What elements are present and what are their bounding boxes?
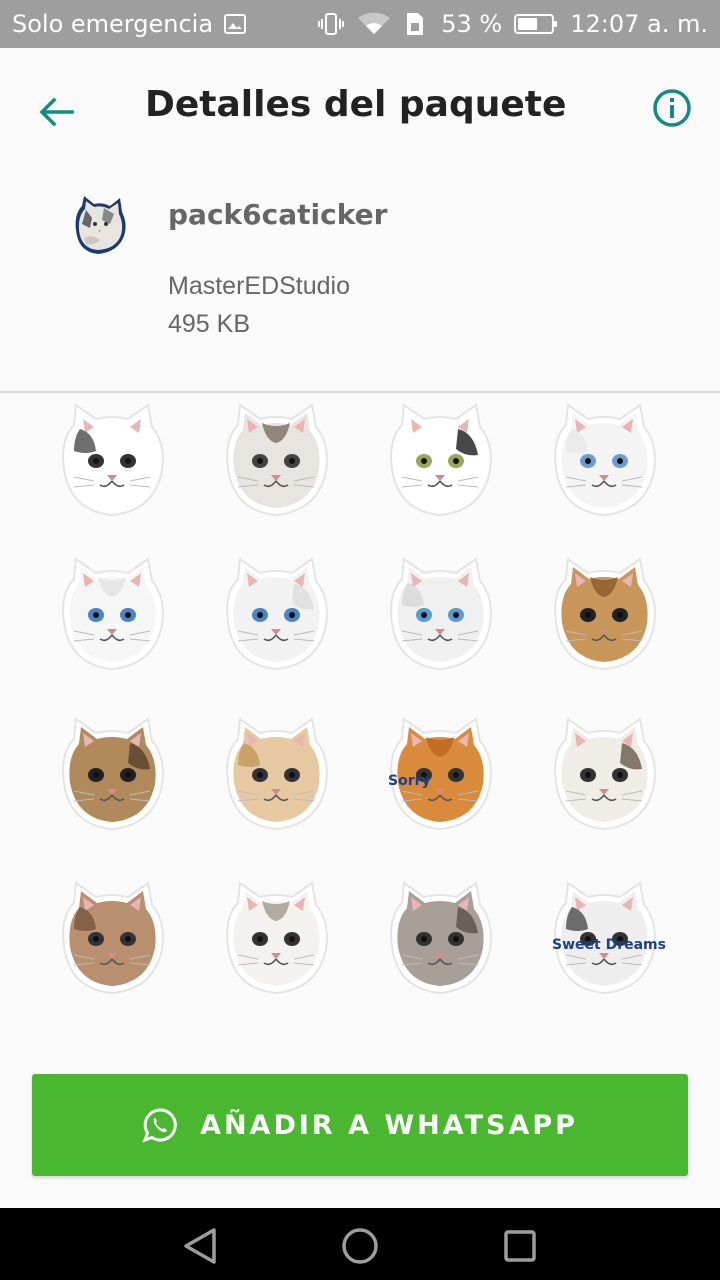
pack-publisher: MasterEDStudio	[168, 272, 351, 300]
cat-sticker-icon	[390, 557, 492, 671]
cat-sticker-icon	[554, 403, 656, 517]
sticker-cat-orange-yawn[interactable]	[214, 713, 338, 837]
vibrate-icon	[317, 12, 345, 36]
cat-sticker-icon	[554, 717, 656, 831]
cat-sticker-icon	[226, 717, 328, 831]
pack-name: pack6caticker	[168, 198, 388, 231]
cat-sticker-icon	[226, 557, 328, 671]
battery-percent: 53 %	[441, 10, 503, 38]
sticker-cat-ginger-kitten-sorry[interactable]: Sorry	[378, 713, 502, 837]
back-triangle-icon	[184, 1228, 216, 1264]
cat-sticker-icon	[390, 881, 492, 995]
info-button[interactable]	[648, 84, 696, 132]
sticker-cat-white-blue-eyes[interactable]	[50, 553, 174, 677]
cat-sticker-icon	[390, 403, 492, 517]
nav-home-button[interactable]	[338, 1224, 382, 1268]
sticker-cat-tabby-lying[interactable]	[214, 399, 338, 523]
cat-sticker-icon: Sorry	[388, 717, 492, 831]
sticker-cat-black-white-face[interactable]	[378, 399, 502, 523]
cat-sticker-icon	[62, 403, 164, 517]
sticker-cat-tabby-squint[interactable]	[542, 553, 666, 677]
cat-sticker-icon	[554, 557, 656, 671]
sim-icon	[403, 11, 429, 37]
wifi-icon	[357, 12, 391, 36]
sticker-cat-tabby-sleepy[interactable]	[50, 713, 174, 837]
pack-tray-icon	[70, 194, 130, 256]
sticker-caption: Sorry	[388, 773, 431, 789]
sticker-caption: Sweet Dreams	[552, 937, 666, 953]
system-nav-bar	[0, 1208, 720, 1280]
recents-square-icon	[504, 1230, 536, 1262]
sticker-cat-white-smiling[interactable]	[214, 877, 338, 1001]
sticker-cat-white-surprised[interactable]	[542, 399, 666, 523]
app-bar: Detalles del paquete	[0, 48, 720, 164]
arrow-back-icon	[39, 97, 74, 127]
back-button[interactable]	[30, 86, 82, 138]
battery-icon	[514, 12, 558, 36]
add-to-whatsapp-label: AÑADIR A WHATSAPP	[200, 1109, 578, 1141]
carrier-text: Solo emergencia	[12, 10, 214, 38]
status-bar: Solo emergencia 53 % 12:07 a. m.	[0, 0, 720, 48]
sticker-cat-white-grumpy[interactable]	[378, 553, 502, 677]
nav-back-button[interactable]	[178, 1224, 222, 1268]
info-icon	[653, 89, 691, 127]
add-to-whatsapp-button[interactable]: AÑADIR A WHATSAPP	[32, 1074, 688, 1176]
sticker-cat-dancing[interactable]	[378, 877, 502, 1001]
pack-header: pack6caticker MasterEDStudio 495 KB	[0, 164, 720, 392]
cat-sticker-icon	[62, 717, 164, 831]
page-title: Detalles del paquete	[145, 84, 567, 125]
sticker-grid: Sorry Sweet Dreams	[0, 393, 720, 1053]
whatsapp-icon	[142, 1107, 178, 1143]
nav-recents-button[interactable]	[498, 1224, 542, 1268]
cat-sticker-icon	[226, 881, 328, 995]
cat-sticker-icon	[226, 403, 328, 517]
home-circle-icon	[342, 1228, 378, 1264]
cat-sticker-icon	[62, 557, 164, 671]
sticker-cat-white-tilted[interactable]	[214, 553, 338, 677]
cat-sticker-icon	[62, 881, 164, 995]
image-icon	[223, 12, 247, 36]
cat-sticker-icon: Sweet Dreams	[552, 881, 666, 995]
pack-size: 495 KB	[168, 310, 251, 338]
clock: 12:07 a. m.	[570, 10, 708, 38]
sticker-cat-calico-sitting[interactable]	[542, 713, 666, 837]
sticker-cat-tabby-standing[interactable]	[50, 877, 174, 1001]
sticker-cat-white-gray-paws[interactable]	[50, 399, 174, 523]
sticker-cat-sweet-dreams[interactable]: Sweet Dreams	[542, 877, 666, 1001]
